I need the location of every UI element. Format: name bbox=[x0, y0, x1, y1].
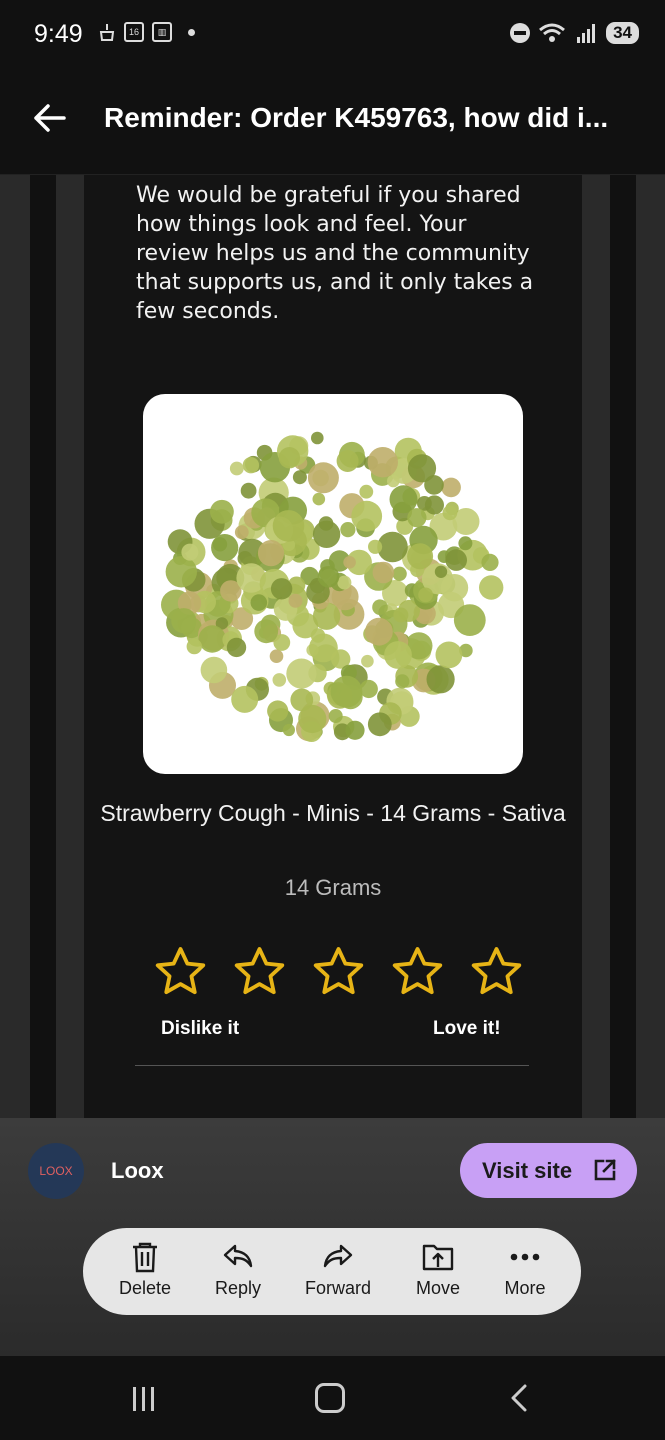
email-body: We would be grateful if you shared how t… bbox=[84, 175, 582, 1120]
product-variant: 14 Grams bbox=[284, 875, 382, 900]
notification-icons: 16 ▥ bbox=[98, 22, 195, 42]
more-button[interactable]: More bbox=[485, 1228, 565, 1315]
email-border bbox=[582, 175, 610, 1120]
back-arrow-icon[interactable] bbox=[30, 98, 70, 138]
divider bbox=[135, 1065, 529, 1066]
move-icon bbox=[422, 1244, 454, 1271]
forward-icon bbox=[323, 1244, 353, 1268]
sender-bar: LOOX Loox Visit site Delete Reply Forwar… bbox=[0, 1118, 665, 1356]
reply-label: Reply bbox=[214, 1278, 262, 1298]
reply-icon bbox=[223, 1244, 253, 1268]
star-2-icon[interactable] bbox=[231, 943, 288, 1000]
star-rating bbox=[152, 943, 525, 1000]
trash-icon bbox=[133, 1242, 157, 1273]
reply-button[interactable]: Reply bbox=[198, 1228, 278, 1315]
star-5-icon[interactable] bbox=[468, 943, 525, 1000]
email-border bbox=[0, 175, 30, 1120]
product-name: Strawberry Cough - Minis - 14 Grams - Sa… bbox=[100, 800, 566, 826]
status-bar: 9:49 16 ▥ 34 bbox=[0, 0, 665, 70]
product-image[interactable] bbox=[143, 394, 523, 774]
forward-button[interactable]: Forward bbox=[293, 1228, 383, 1315]
avatar[interactable]: LOOX bbox=[28, 1143, 84, 1199]
email-subject: Reminder: Order K459763, how did i... bbox=[104, 102, 609, 133]
email-border bbox=[610, 175, 636, 1120]
email-border bbox=[56, 175, 84, 1120]
email-action-bar: Delete Reply Forward Move More bbox=[83, 1228, 581, 1315]
calendar-icon: 16 bbox=[124, 22, 144, 42]
move-label: Move bbox=[415, 1278, 460, 1298]
forward-label: Forward bbox=[304, 1278, 371, 1298]
home-icon[interactable] bbox=[315, 1383, 345, 1413]
visit-site-button[interactable]: Visit site bbox=[460, 1143, 637, 1198]
more-label: More bbox=[504, 1278, 546, 1298]
product-photo bbox=[161, 431, 504, 742]
more-notifications-icon bbox=[188, 28, 195, 36]
review-request-text: We would be grateful if you shared how t… bbox=[136, 183, 534, 324]
external-link-icon bbox=[594, 1159, 616, 1181]
rating-label-high: Love it! bbox=[433, 1018, 501, 1039]
sender-name[interactable]: Loox bbox=[111, 1158, 164, 1184]
cleaning-icon bbox=[99, 24, 115, 41]
star-4-icon[interactable] bbox=[389, 943, 446, 1000]
rating-label-low: Dislike it bbox=[161, 1018, 240, 1039]
status-time: 9:49 bbox=[34, 20, 83, 48]
email-border bbox=[30, 175, 56, 1120]
recent-apps-icon[interactable] bbox=[130, 1385, 158, 1413]
system-icons: 34 bbox=[510, 22, 639, 44]
star-3-icon[interactable] bbox=[310, 943, 367, 1000]
email-border bbox=[636, 175, 665, 1120]
battery-indicator: 34 bbox=[606, 22, 639, 44]
delete-label: Delete bbox=[118, 1278, 172, 1298]
chart-icon: ▥ bbox=[152, 22, 172, 42]
email-header: Reminder: Order K459763, how did i... bbox=[0, 70, 665, 175]
system-navigation-bar bbox=[0, 1357, 665, 1440]
more-icon bbox=[510, 1253, 540, 1261]
wifi-icon bbox=[539, 23, 566, 42]
delete-button[interactable]: Delete bbox=[105, 1228, 185, 1315]
nav-back-icon[interactable] bbox=[505, 1383, 535, 1413]
visit-site-label: Visit site bbox=[482, 1158, 573, 1183]
star-1-icon[interactable] bbox=[152, 943, 209, 1000]
do-not-disturb-icon bbox=[510, 23, 531, 43]
signal-icon bbox=[577, 24, 596, 43]
move-button[interactable]: Move bbox=[398, 1228, 478, 1315]
